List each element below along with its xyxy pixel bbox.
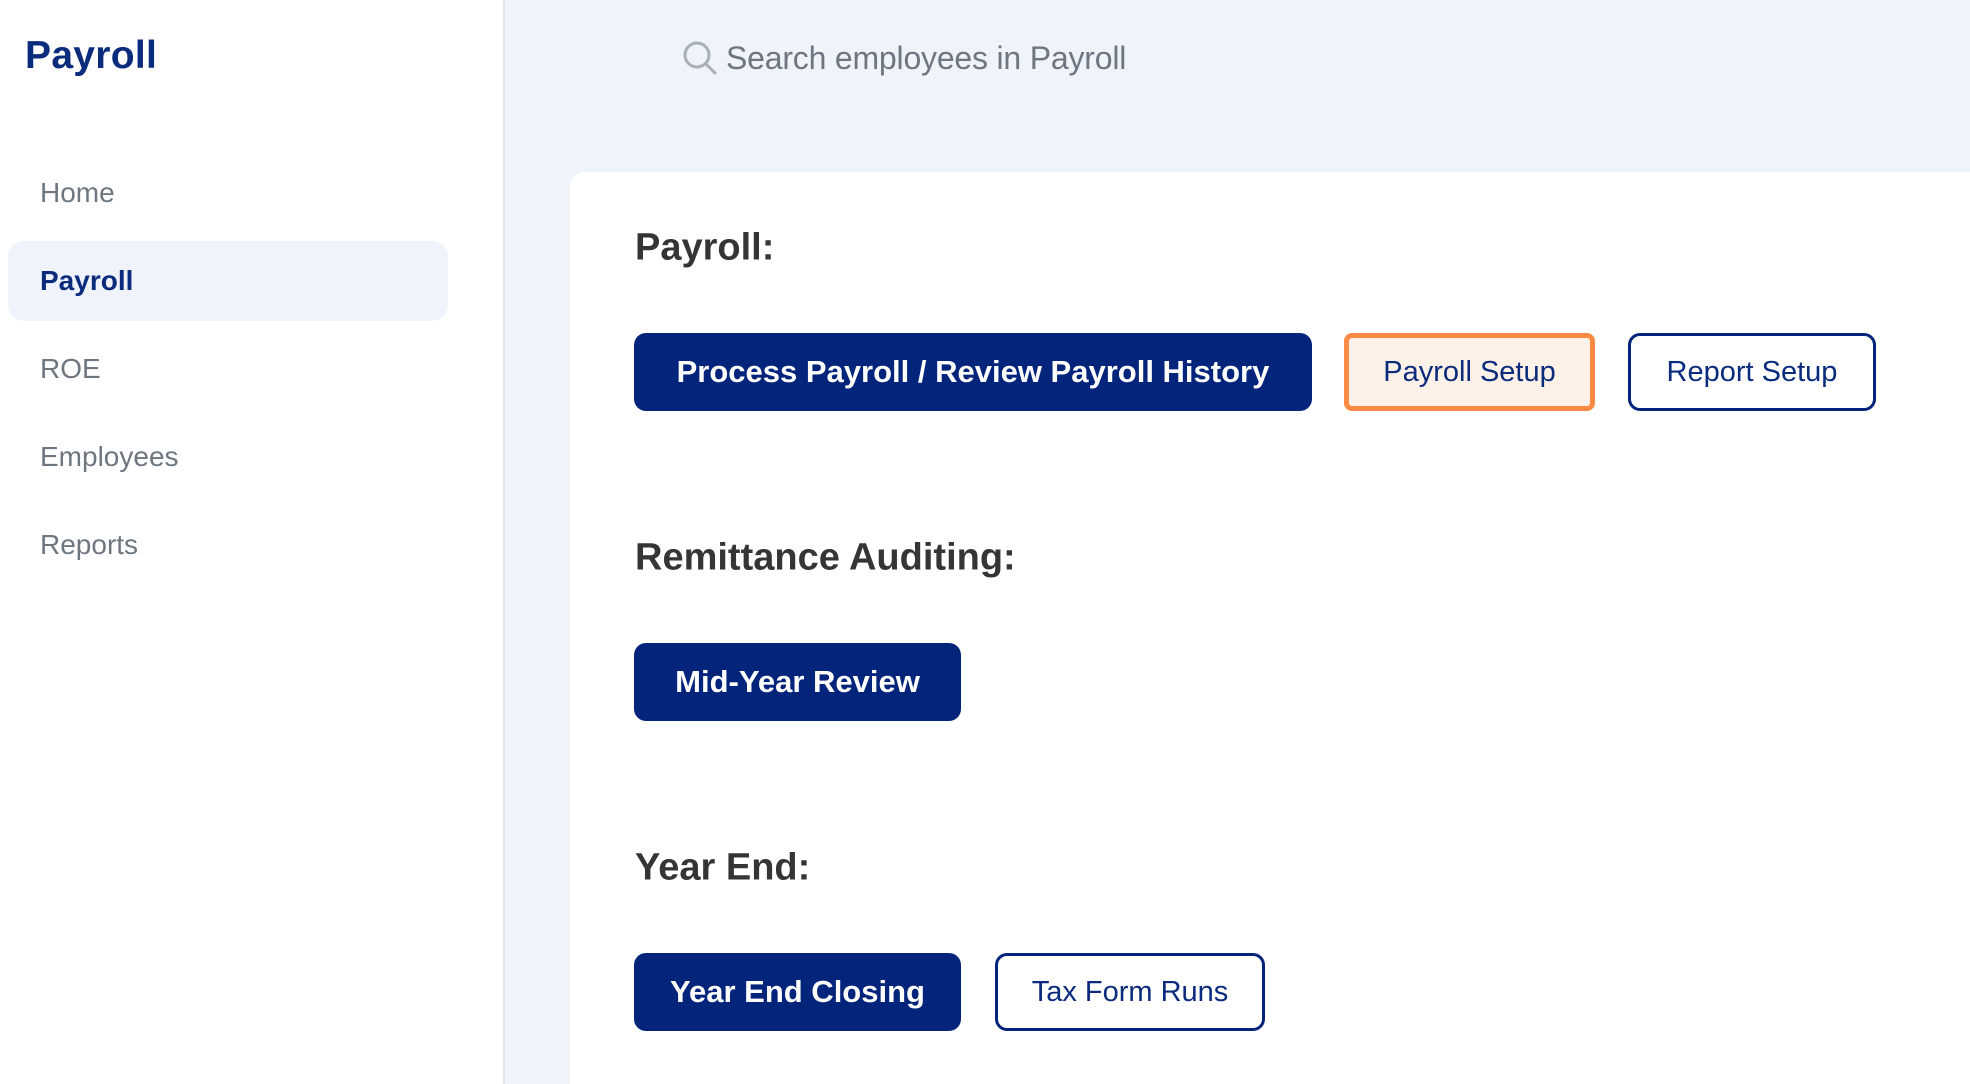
process-payroll-button[interactable]: Process Payroll / Review Payroll History [634,333,1312,411]
sidebar-item-label: Home [40,177,115,208]
sidebar-item-label: Reports [40,529,139,560]
search-placeholder: Search employees in Payroll [726,39,1127,76]
app-title: Payroll [25,34,158,77]
sidebar-item-payroll[interactable]: Payroll [8,241,448,321]
sidebar-item-home[interactable]: Home [8,153,448,233]
year-end-closing-button[interactable]: Year End Closing [634,953,961,1031]
sidebar-item-label: ROE [40,353,101,384]
section-heading-remittance: Remittance Auditing: [635,536,1016,579]
main-card [570,172,1970,1084]
sidebar-item-employees[interactable]: Employees [8,417,448,497]
sidebar-item-reports[interactable]: Reports [8,505,448,585]
search-icon [680,38,720,78]
payroll-setup-button[interactable]: Payroll Setup [1344,333,1595,411]
tax-form-runs-button[interactable]: Tax Form Runs [995,953,1265,1031]
report-setup-button[interactable]: Report Setup [1628,333,1876,411]
sidebar-item-roe[interactable]: ROE [8,329,448,409]
section-heading-year-end: Year End: [635,846,811,889]
sidebar: Payroll Home Payroll ROE Employees Repor… [0,0,505,1084]
search-input[interactable]: Search employees in Payroll [680,34,1280,82]
mid-year-review-button[interactable]: Mid-Year Review [634,643,961,721]
section-heading-payroll: Payroll: [635,226,775,269]
sidebar-item-label: Payroll [40,265,134,296]
sidebar-item-label: Employees [40,441,179,472]
